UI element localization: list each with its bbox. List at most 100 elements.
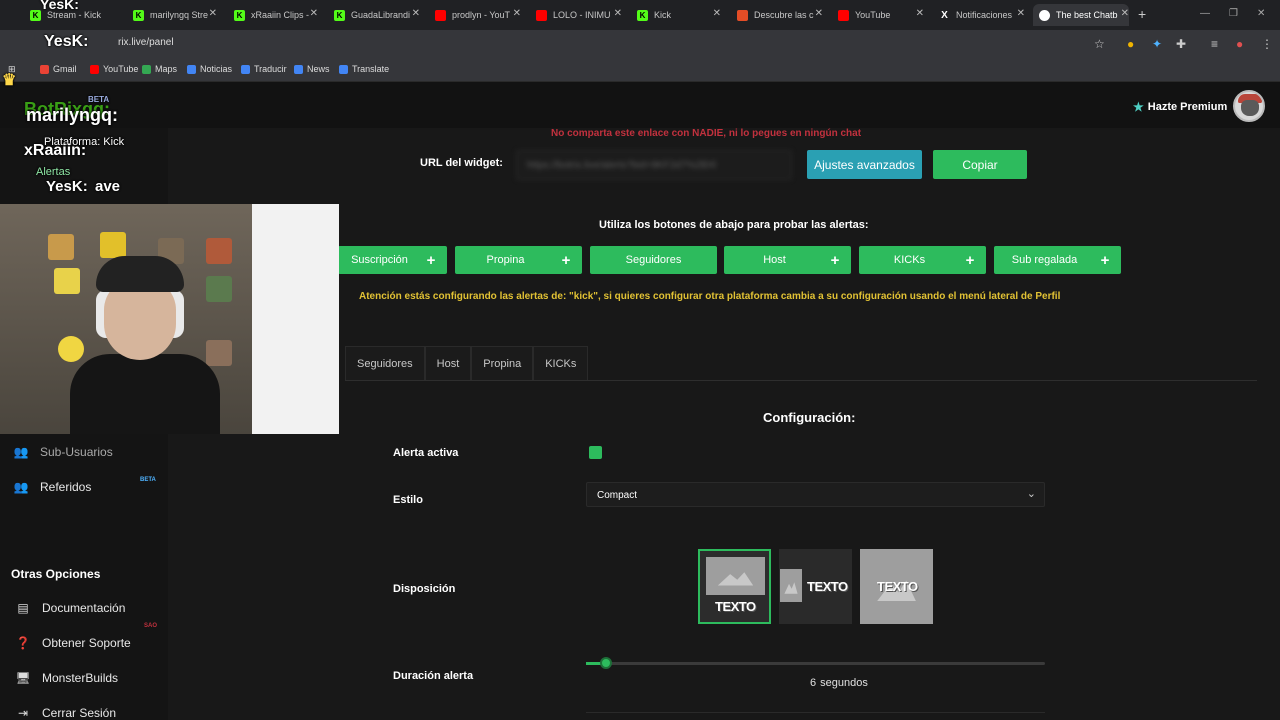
maximize-icon[interactable]: ❐	[1229, 8, 1238, 19]
poster	[58, 336, 84, 362]
avatar[interactable]	[1233, 90, 1265, 122]
sidebar-item-monsterbuilds[interactable]: 🖥 MonsterBuilds	[15, 671, 119, 685]
streamer-body	[70, 354, 220, 434]
browser-tab[interactable]: KxRaaiin Clips - ✕	[234, 4, 318, 26]
sidebar-item-documentacion[interactable]: ▤ Documentación	[16, 601, 125, 615]
tab-search-icon[interactable]: ≡	[1211, 37, 1218, 51]
chat-user: YesK:	[46, 178, 88, 195]
close-tab-icon[interactable]: ✕	[614, 8, 622, 19]
bookmark-translate[interactable]: Translate	[339, 64, 389, 74]
extension-icon[interactable]: ●	[1127, 37, 1134, 51]
style-select[interactable]: Compact ⌄	[586, 482, 1045, 507]
tab-seguidores[interactable]: Seguidores	[345, 346, 425, 380]
test-kicks-button[interactable]: KICKs +	[859, 246, 986, 274]
sidebar-item-soporte[interactable]: ❓ Obtener Soporte	[16, 636, 131, 650]
close-tab-icon[interactable]: ✕	[513, 8, 521, 19]
layout-text-label: TEXTO	[715, 599, 756, 614]
tab-label: GuadaLibrandi	[351, 10, 411, 20]
browser-tab[interactable]: Descubre las c ✕	[737, 4, 823, 26]
sidebar-item-label: MonsterBuilds	[42, 671, 119, 685]
people-icon: 👥	[13, 480, 29, 494]
profile-icon[interactable]: ●	[1236, 37, 1243, 51]
widget-url-field[interactable]: https://botrix.live/alerts?bid=9KF2d7%2B…	[516, 150, 792, 180]
premium-link[interactable]: ★ Hazte Premium	[1133, 100, 1227, 114]
layout-option-stacked[interactable]: TEXTO	[698, 549, 771, 624]
minimize-icon[interactable]: —	[1200, 8, 1210, 19]
duration-readout: 6 segundos	[810, 677, 868, 689]
browser-tab[interactable]: K Kick ✕	[637, 4, 721, 26]
browser-tab[interactable]: LOLO - INIMU ✕	[536, 4, 622, 26]
browser-tab[interactable]: prodlyn - YouT ✕	[435, 4, 521, 26]
slider-handle[interactable]	[600, 657, 613, 669]
duration-slider[interactable]	[586, 657, 1045, 669]
bookmark-traducir[interactable]: Traducir	[241, 64, 287, 74]
close-tab-icon[interactable]: ✕	[209, 8, 217, 19]
sidebar-item-referidos[interactable]: 👥 Referidos	[13, 480, 92, 494]
chat-message: marilyngq:	[26, 105, 119, 125]
browser-tab[interactable]: K GuadaLibrandi ✕	[334, 4, 420, 26]
bookmark-label: Translate	[352, 64, 390, 74]
crown-icon: ♛	[2, 72, 17, 89]
tab-kicks[interactable]: KICKs	[533, 346, 589, 380]
test-seguidores-button[interactable]: Seguidores	[590, 246, 717, 274]
browser-tab[interactable]: YouTube ✕	[838, 4, 924, 26]
test-sub-regalada-button[interactable]: Sub regalada +	[994, 246, 1121, 274]
active-label: Alerta activa	[393, 447, 459, 459]
translate-icon	[241, 64, 250, 74]
tab-label: xRaaiin Clips -	[251, 10, 310, 20]
close-tab-icon[interactable]: ✕	[310, 8, 318, 19]
soundcloud-icon	[737, 9, 748, 21]
streamer-cap	[96, 256, 184, 292]
extension-icon[interactable]: ✦	[1152, 37, 1162, 51]
avatar-face	[1241, 100, 1259, 116]
sidebar-item-label: Obtener Soporte	[42, 636, 131, 650]
sidebar-item-sub-usuarios[interactable]: 👥 Sub-Usuarios	[14, 445, 113, 459]
bookmark-news[interactable]: News	[294, 64, 330, 74]
tab-propina[interactable]: Propina	[471, 346, 534, 380]
share-warning: No comparta este enlace con NADIE, ni lo…	[551, 128, 862, 139]
kick-icon: K	[334, 9, 345, 21]
button-label: Host	[763, 254, 786, 266]
menu-icon[interactable]: ⋮	[1261, 37, 1273, 51]
active-checkbox[interactable]	[589, 446, 602, 459]
close-window-icon[interactable]: ✕	[1257, 8, 1265, 19]
layout-option-side[interactable]: TEXTO	[779, 549, 852, 624]
bookmark-star-icon[interactable]: ☆	[1094, 37, 1105, 51]
layout-option-overlay[interactable]: TEXTO	[860, 549, 933, 624]
close-tab-icon[interactable]: ✕	[815, 8, 823, 19]
sidebar-item-label: Referidos	[40, 480, 92, 494]
advanced-settings-button[interactable]: Ajustes avanzados	[807, 150, 922, 179]
extensions-puzzle-icon[interactable]: ✚	[1176, 37, 1186, 51]
youtube-icon	[838, 9, 849, 21]
tab-label: YouTube	[855, 10, 891, 20]
close-tab-icon[interactable]: ✕	[713, 8, 721, 19]
alert-tabs: Seguidores Host Propina KICKs	[345, 346, 589, 380]
sidebar-item-cerrar-sesion[interactable]: ⇥ Cerrar Sesión	[16, 706, 116, 720]
screen: { "browser": { "tabs": [ {"label": "Stre…	[0, 0, 1280, 720]
button-label: Suscripción	[351, 254, 408, 266]
test-host-button[interactable]: Host +	[724, 246, 851, 274]
test-propina-button[interactable]: Propina +	[455, 246, 582, 274]
new-tab-icon[interactable]: +	[1138, 6, 1146, 22]
browser-tab[interactable]: X Notificaciones ✕	[939, 4, 1025, 26]
chat-user: xRaaiin:	[24, 142, 87, 159]
duration-value: 6	[810, 677, 817, 689]
tab-host[interactable]: Host	[424, 346, 472, 380]
copy-button[interactable]: Copiar	[933, 150, 1027, 179]
chat-message: ave	[95, 178, 121, 195]
webcam-overlay	[0, 204, 339, 434]
browser-tab-active[interactable]: The best Chatb ✕	[1033, 4, 1129, 26]
close-tab-icon[interactable]: ✕	[1121, 8, 1129, 19]
stream-chat-overlay: YesK: YesK: ♛ BotRixgq: marilyngq: BETA …	[0, 0, 200, 205]
plus-icon: +	[965, 251, 975, 269]
test-suscripcion-button[interactable]: Suscripción +	[338, 246, 447, 274]
bookmark-label: Noticias	[200, 64, 233, 74]
poster	[100, 232, 126, 258]
chevron-down-icon: ⌄	[1026, 488, 1036, 500]
users-icon: 👥	[13, 445, 29, 459]
close-tab-icon[interactable]: ✕	[916, 8, 924, 19]
chat-user: YesK:	[40, 0, 79, 12]
close-tab-icon[interactable]: ✕	[412, 8, 420, 19]
close-tab-icon[interactable]: ✕	[1017, 8, 1025, 19]
platform-note: Atención estás configurando las alertas …	[359, 291, 1061, 302]
